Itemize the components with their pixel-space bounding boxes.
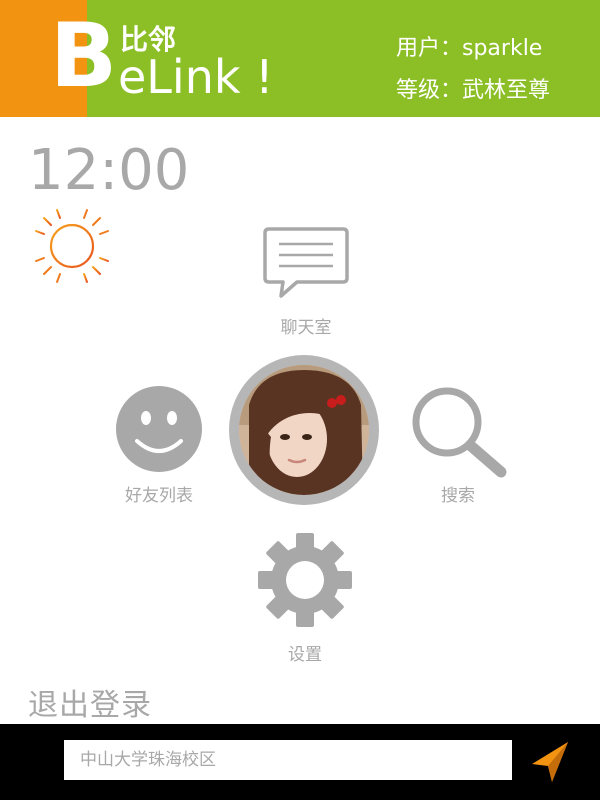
settings-label[interactable]: 设置 [245,640,365,665]
logo-letter: B [50,4,118,107]
logout-button[interactable]: 退出登录 [28,680,152,724]
user-name-label: 用户：sparkle [396,36,543,61]
sun-icon [32,206,112,286]
smiley-icon[interactable] [115,385,203,473]
magnifier-icon[interactable] [411,386,507,478]
logo-text: eLink ! [118,50,274,104]
search-label[interactable]: 搜索 [398,481,518,506]
header-bar: B 比邻 eLink ! 用户：sparkle 等级：武林至尊 [0,0,600,117]
chat-room-label[interactable]: 聊天室 [246,313,366,338]
user-avatar[interactable] [229,355,379,505]
clock-time: 12:00 [28,138,190,203]
avatar-photo [239,365,369,495]
navigation-arrow-icon[interactable] [528,738,572,786]
bottom-location-bar [0,724,600,800]
avatar-portrait-image [239,365,369,495]
gear-icon[interactable] [257,532,353,628]
friends-list-label[interactable]: 好友列表 [99,481,219,506]
user-level-label: 等级：武林至尊 [396,78,551,103]
location-input[interactable] [64,740,512,780]
chat-bubble-icon[interactable] [263,226,349,298]
